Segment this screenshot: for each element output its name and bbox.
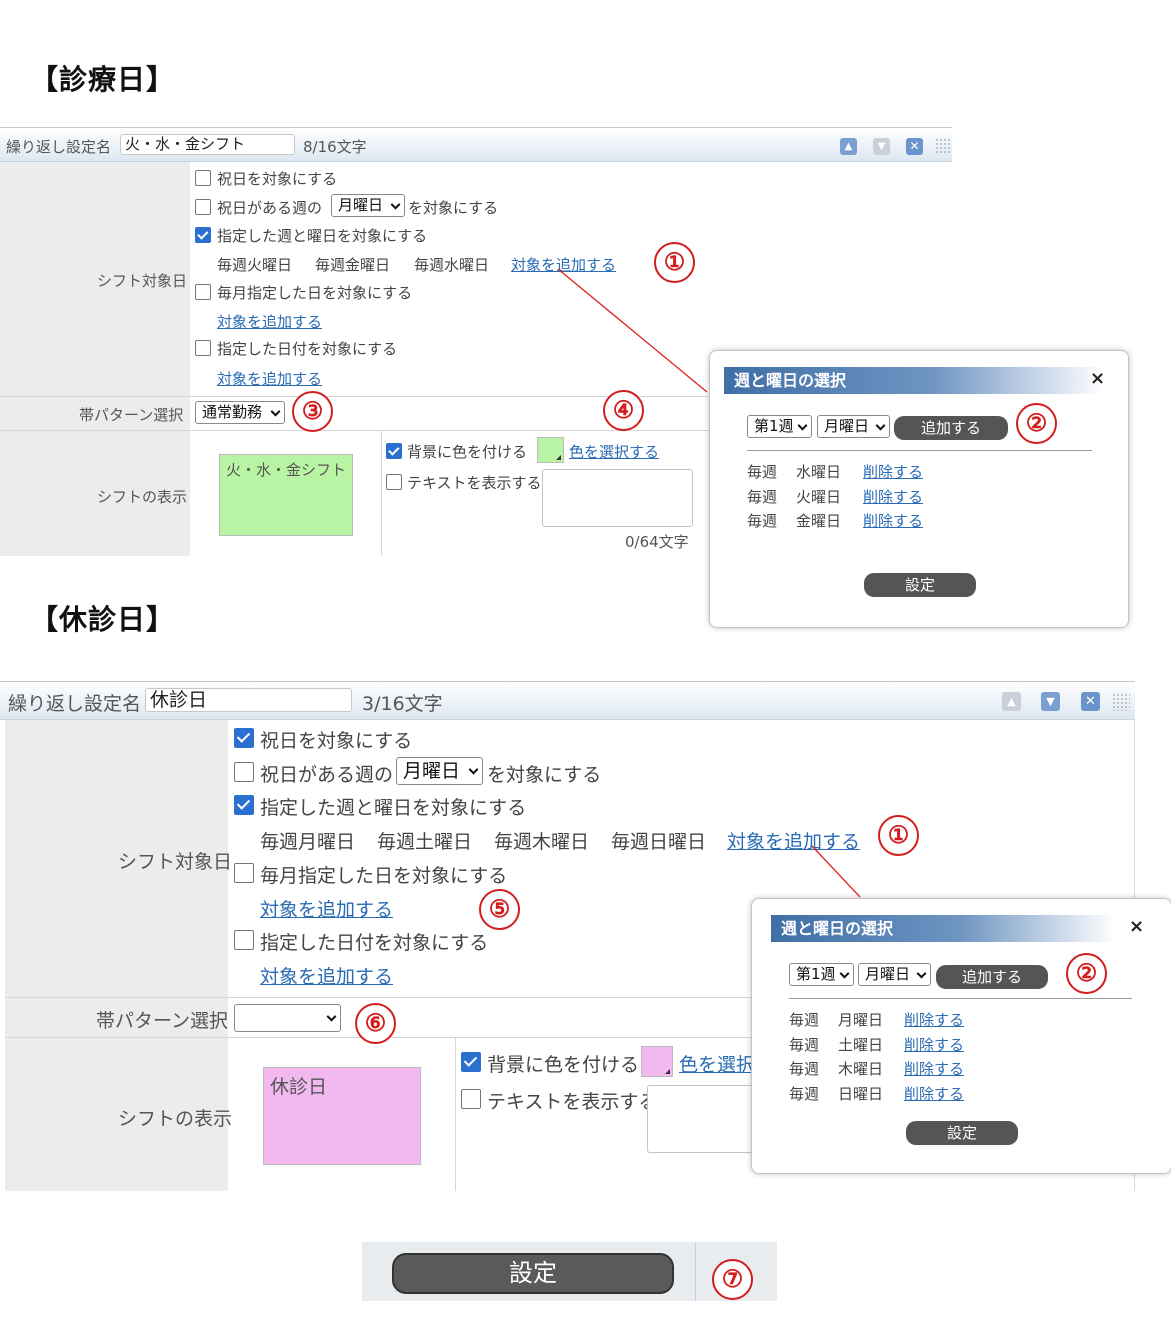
- connector-lines: [557, 268, 861, 898]
- connector-line: [811, 845, 861, 898]
- annotation-marker-1: ①: [878, 815, 919, 856]
- annotation-marker-6: ⑥: [355, 1003, 396, 1044]
- annotation-marker-4: ④: [603, 390, 644, 431]
- annotation-marker-5: ⑤: [479, 889, 520, 930]
- connector-line: [557, 268, 708, 393]
- annotation-marker-1: ①: [654, 242, 695, 283]
- annotation-marker-2: ②: [1066, 953, 1107, 994]
- annotation-marker-7: ⑦: [712, 1259, 753, 1300]
- annotation-marker-3: ③: [292, 391, 333, 432]
- annotation-marker-2: ②: [1016, 403, 1057, 444]
